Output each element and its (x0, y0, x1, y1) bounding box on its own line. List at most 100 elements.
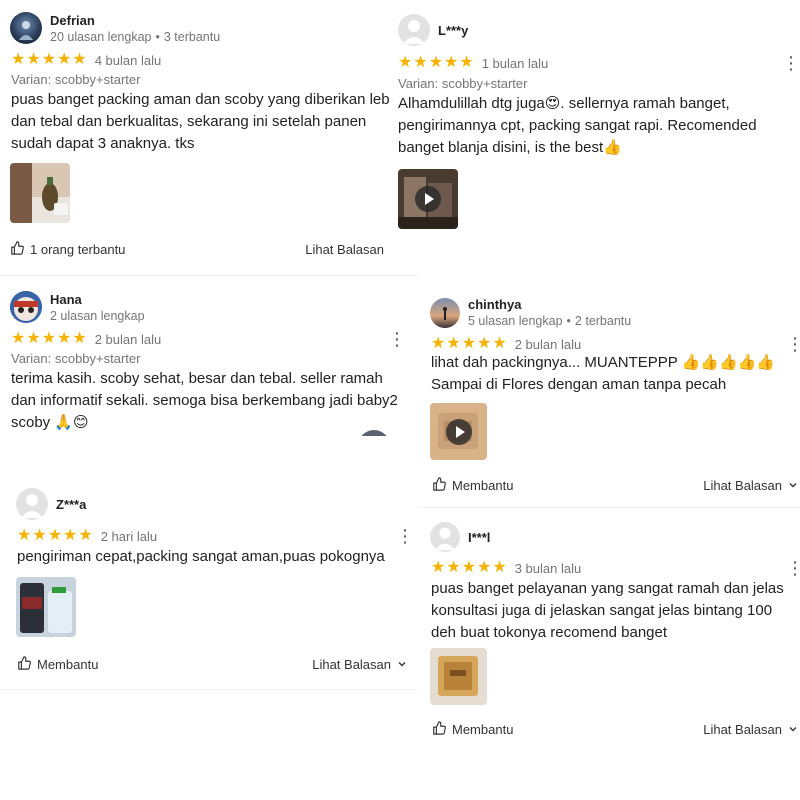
avatar[interactable] (430, 522, 460, 552)
reviewer-name[interactable]: L***y (438, 23, 468, 38)
view-replies-button[interactable]: Lihat Balasan (703, 722, 798, 737)
view-replies-label: Lihat Balasan (703, 722, 782, 737)
reviewer-name[interactable]: Z***a (56, 497, 86, 512)
helpful-button[interactable]: Membantu (432, 721, 513, 738)
reviewer-name[interactable]: Defrian (50, 13, 220, 28)
helpful-button[interactable]: 1 orang terbantu (10, 241, 125, 258)
thumb-up-icon (432, 477, 446, 494)
star-icon: ★ (477, 559, 492, 576)
review-footer: Membantu Lihat Balasan (432, 477, 798, 494)
review-photo[interactable] (430, 648, 487, 705)
more-options-icon[interactable]: ⋮ (396, 527, 414, 545)
review-time: 2 bulan lalu (94, 331, 162, 347)
more-options-icon[interactable]: ⋮ (388, 330, 406, 348)
view-replies-label: Lihat Balasan (703, 478, 782, 493)
play-icon[interactable] (445, 418, 472, 445)
star-icon: ★ (492, 559, 507, 576)
review-footer: Membantu Lihat Balasan (17, 656, 407, 673)
chevron-down-icon (788, 722, 798, 737)
star-icon: ★ (26, 51, 41, 68)
review-photo[interactable] (16, 577, 76, 637)
review-text: Alhamdulillah dtg juga😍. sellernya ramah… (398, 95, 757, 156)
review-text: puas banget packing aman dan scoby yang … (11, 91, 403, 152)
star-rating: ★ ★ ★ ★ ★ (11, 331, 87, 347)
review-video[interactable] (430, 403, 487, 460)
star-rating: ★ ★ ★ ★ ★ (431, 560, 507, 576)
more-options-icon[interactable]: ⋮ (786, 559, 800, 577)
review-text: terima kasih. scoby sehat, besar dan teb… (11, 370, 398, 431)
view-replies-label: Lihat Balasan (312, 657, 391, 672)
review-count: 20 ulasan lengkap (50, 29, 152, 44)
view-replies-button[interactable]: Lihat Balasan (312, 657, 407, 672)
reviewer-header: Z***a (16, 488, 86, 520)
star-icon: ★ (47, 527, 63, 544)
star-rating: ★ ★ ★ ★ ★ (17, 528, 93, 544)
helpful-label: Membantu (452, 478, 514, 493)
rating-row: ★ ★ ★ ★ ★ 2 bulan lalu (11, 331, 161, 347)
review-card-hana: Hana 2 ulasan lengkap ⋮ ★ ★ ★ ★ ★ 2 bulan la… (0, 276, 418, 436)
star-icon: ★ (57, 51, 72, 68)
view-replies-button[interactable]: Lihat Balasan (703, 478, 798, 493)
rating-row: ★ ★ ★ ★ ★ 4 bulan lalu (11, 52, 161, 68)
rating-row: ★ ★ ★ ★ ★ 1 bulan lalu (398, 55, 548, 71)
avatar[interactable] (430, 297, 460, 328)
star-icon: ★ (11, 51, 26, 68)
review-count: 5 ulasan lengkap (468, 314, 563, 328)
thumb-up-icon (10, 241, 24, 258)
review-text: lihat dah packingnya... MUANTEPPP 👍👍👍👍👍 … (431, 354, 776, 393)
helpful-label: Membantu (452, 722, 514, 737)
helpful-label: Membantu (37, 657, 99, 672)
review-text: puas banget pelayanan yang sangat ramah … (431, 580, 784, 641)
review-card-l-y: L***y ⋮ ★ ★ ★ ★ ★ 1 bulan lalu Varian: scobb… (390, 0, 800, 270)
review-text: pengiriman cepat,packing sangat aman,pua… (17, 548, 385, 565)
star-icon: ★ (32, 527, 47, 544)
avatar[interactable] (10, 291, 42, 323)
star-icon: ★ (461, 335, 477, 352)
rating-row: ★ ★ ★ ★ ★ 3 bulan lalu (431, 560, 581, 576)
reviewer-name[interactable]: Hana (50, 292, 145, 307)
star-icon: ★ (78, 527, 93, 544)
review-time: 3 bulan lalu (514, 560, 582, 576)
star-icon: ★ (431, 335, 446, 352)
reviewer-header: Hana 2 ulasan lengkap (10, 291, 145, 323)
star-icon: ★ (72, 330, 87, 347)
helpful-label: 1 orang terbantu (30, 242, 126, 257)
reviewer-header: L***y (398, 14, 468, 46)
review-card-defrian: Defrian 20 ulasan lengkap • 3 terbantu ★ ★ ★… (0, 0, 418, 276)
review-time: 4 bulan lalu (94, 52, 162, 68)
reviewer-header: I***l (430, 522, 490, 552)
review-count: 2 ulasan lengkap (50, 308, 145, 323)
star-rating: ★ ★ ★ ★ ★ (11, 52, 87, 68)
more-options-icon[interactable]: ⋮ (782, 54, 800, 72)
helpful-button[interactable]: Membantu (432, 477, 513, 494)
avatar[interactable] (10, 12, 42, 44)
helpful-button[interactable]: Membantu (17, 656, 98, 673)
helped-count: 3 terbantu (163, 29, 221, 44)
review-photo[interactable] (10, 163, 70, 223)
star-icon: ★ (461, 559, 477, 576)
reviewer-header: Defrian 20 ulasan lengkap • 3 terbantu (10, 12, 220, 44)
review-video[interactable] (398, 169, 458, 229)
avatar[interactable] (398, 14, 430, 46)
review-card-i-l: I***l ⋮ ★ ★ ★ ★ ★ 3 bulan lalu puas banget p… (418, 508, 800, 748)
view-replies-button[interactable]: Lihat Balasan (305, 242, 400, 257)
review-time: 1 bulan lalu (481, 55, 549, 71)
star-icon: ★ (459, 54, 474, 71)
reviewer-name[interactable]: I***l (468, 530, 490, 545)
star-icon: ★ (444, 54, 459, 71)
divider (0, 689, 418, 690)
avatar[interactable] (16, 488, 48, 520)
star-rating: ★ ★ ★ ★ ★ (398, 55, 474, 71)
reviewer-name[interactable]: chinthya (468, 297, 631, 312)
variant-label: Varian: scobby+starter (398, 76, 528, 91)
star-icon: ★ (428, 54, 444, 71)
play-icon[interactable] (415, 186, 441, 212)
more-options-icon[interactable]: ⋮ (786, 335, 800, 353)
star-icon: ★ (57, 330, 72, 347)
star-icon: ★ (41, 330, 57, 347)
review-card-chinthya: chinthya 5 ulasan lengkap • 2 terbantu ⋮ ★… (418, 285, 800, 507)
star-icon: ★ (398, 54, 413, 71)
star-icon: ★ (11, 330, 26, 347)
review-card-z-a: Z***a ⋮ ★ ★ ★ ★ ★ 2 hari lalu pengiriman cep… (0, 476, 418, 690)
star-icon: ★ (72, 51, 87, 68)
